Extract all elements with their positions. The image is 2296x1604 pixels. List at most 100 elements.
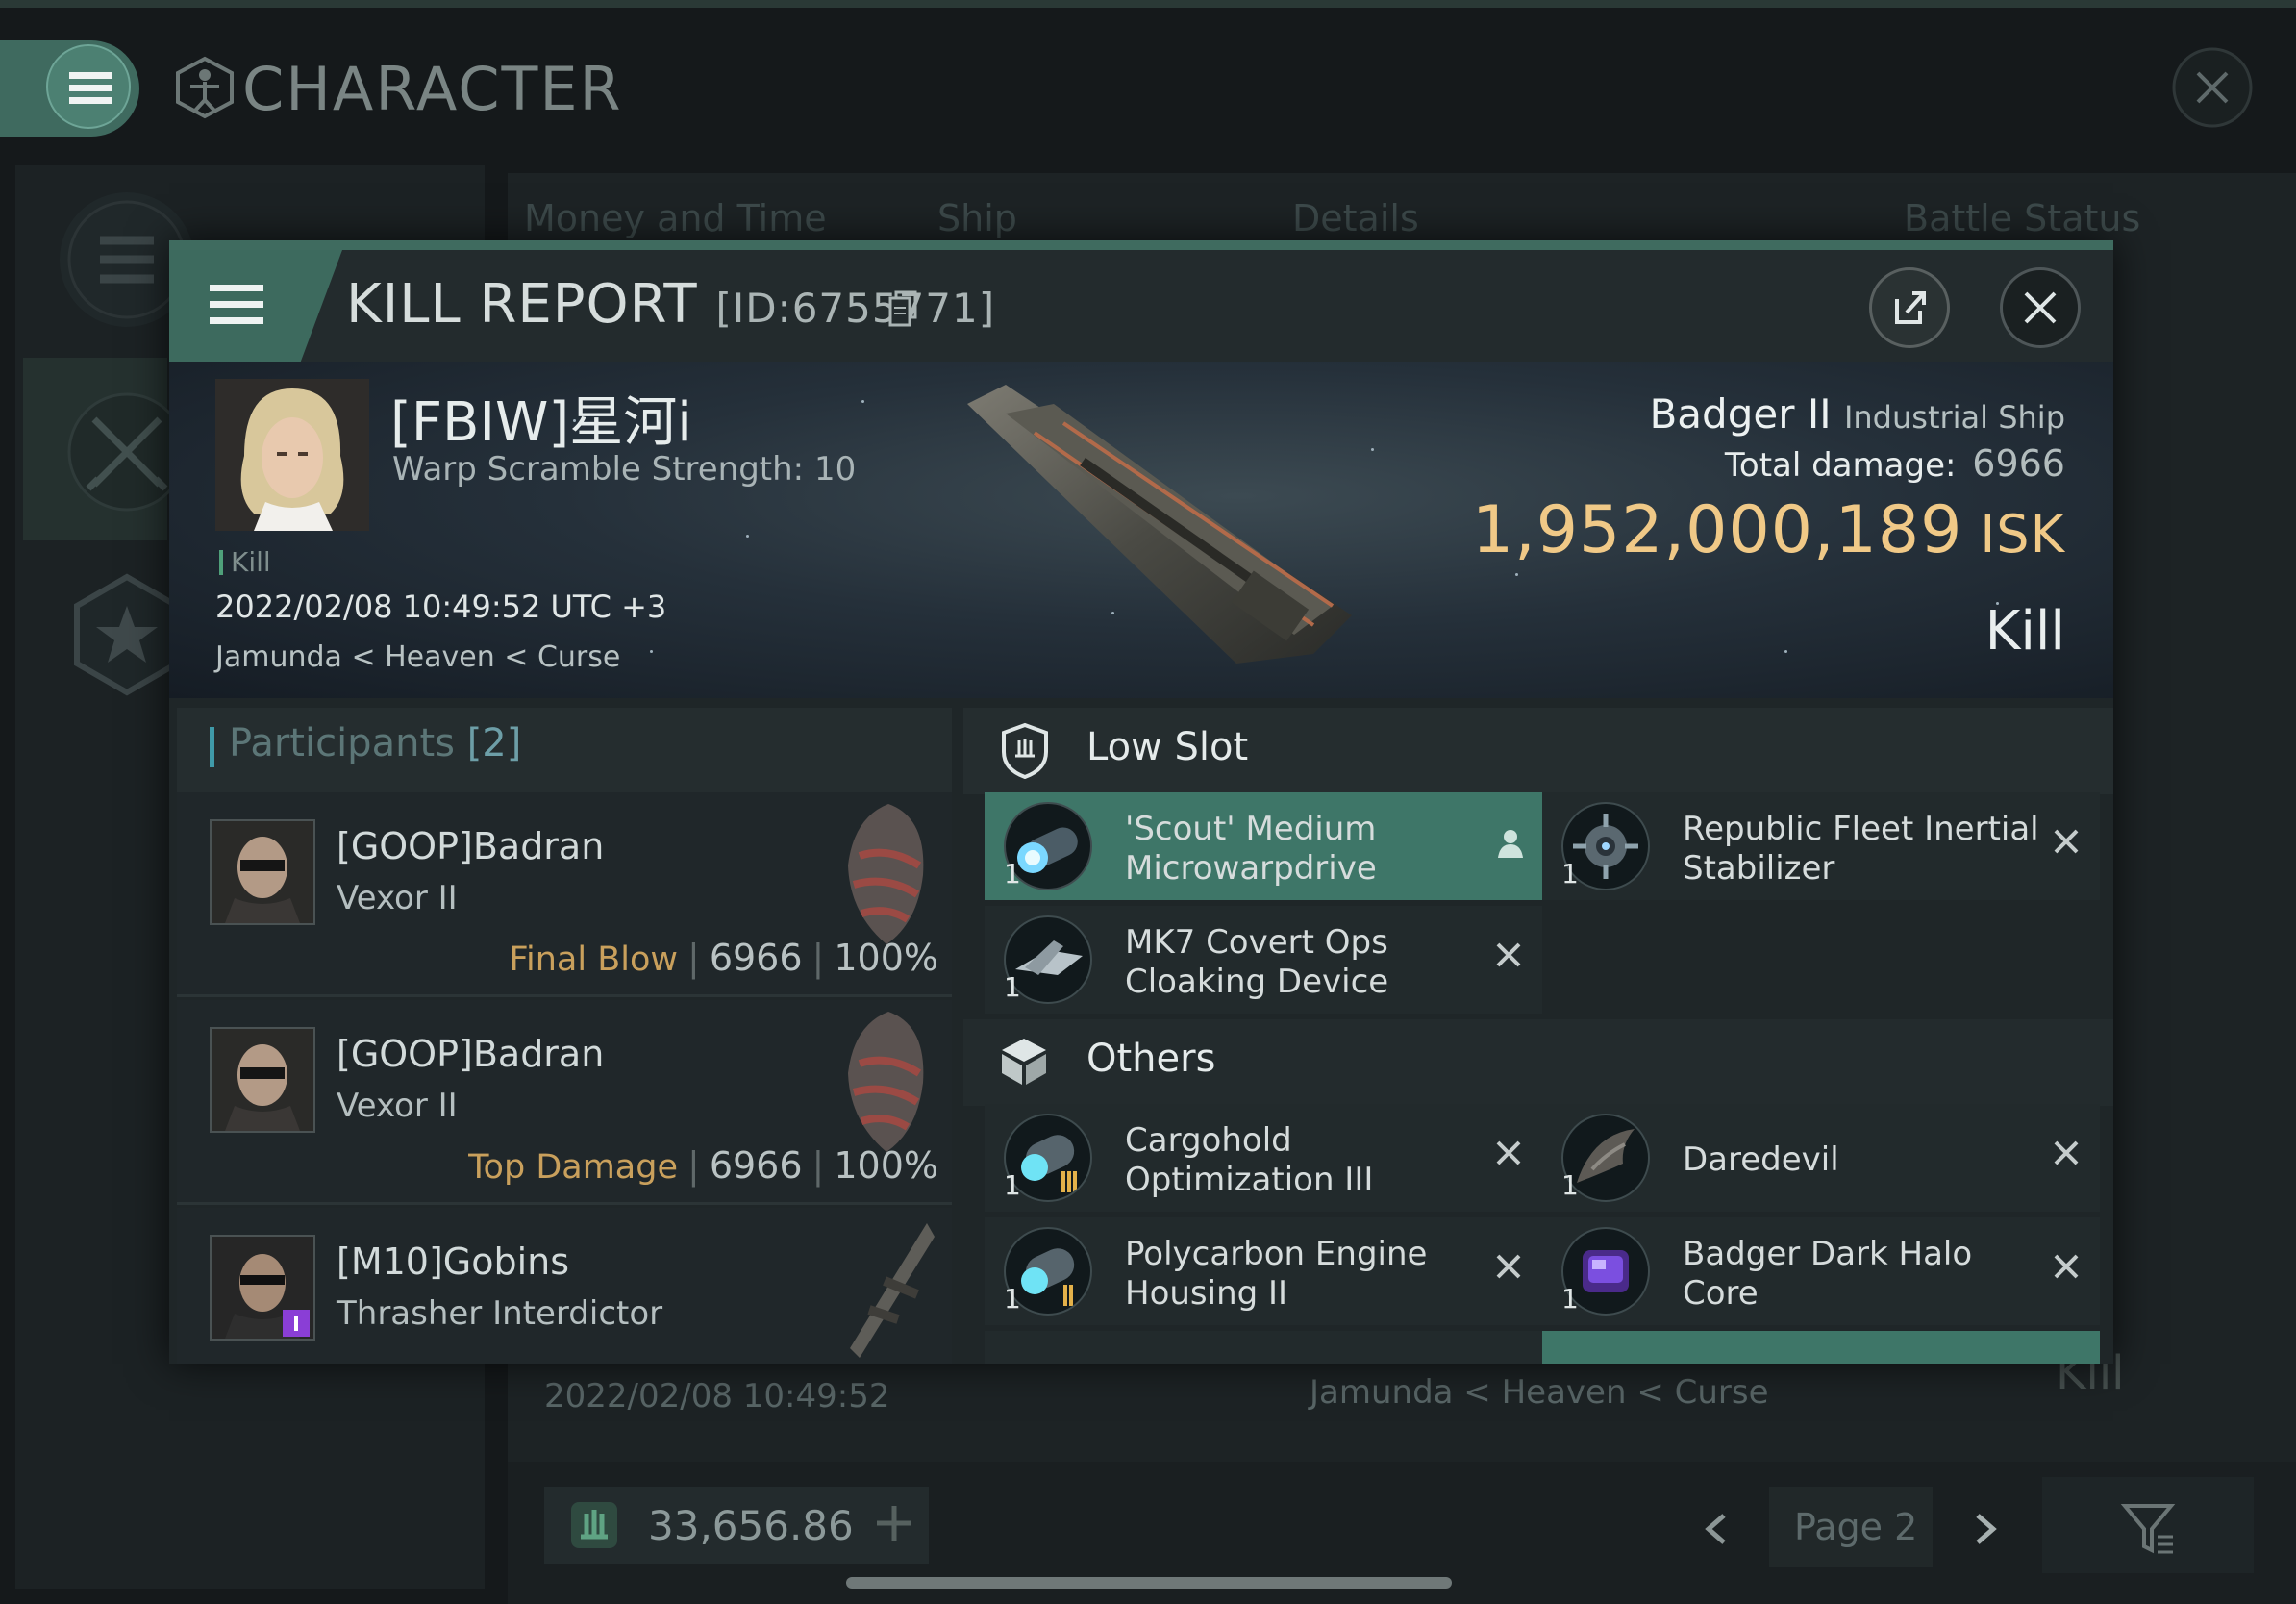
copy-icon[interactable] — [888, 290, 919, 327]
share-button[interactable] — [1869, 267, 1950, 348]
item-name: 'Scout' Medium Microwarpdrive — [1125, 810, 1377, 888]
participant-damage: 6966 — [709, 1144, 803, 1187]
horizontal-scrollbar[interactable] — [846, 1577, 1452, 1589]
isk-unit: ISK — [1980, 504, 2065, 564]
fitting-item[interactable]: 1 Republic Fleet Inertial Stabilizer — [1542, 792, 2100, 900]
warp-scramble-strength: Warp Scramble Strength: 10 — [392, 450, 857, 489]
participant-portrait — [210, 819, 315, 925]
remove-icon[interactable] — [1492, 1137, 1525, 1169]
kill-result: Kill — [1984, 600, 2065, 663]
remove-icon[interactable] — [1492, 939, 1525, 971]
background-row-time: 2022/02/08 10:49:52 — [544, 1377, 890, 1416]
participant-portrait-image — [212, 1029, 313, 1131]
others-title: Others — [1086, 1037, 1216, 1081]
item-name: MK7 Covert Ops Cloaking Device — [1125, 923, 1389, 1001]
chevron-right-icon[interactable] — [1966, 1510, 2005, 1548]
empty-slot — [1542, 906, 2100, 1014]
item-name: Daredevil — [1683, 1140, 1839, 1179]
item-quantity: 1 — [1004, 1169, 1021, 1201]
participant-name: [GOOP]Badran — [337, 1033, 605, 1075]
kill-summary-hero: [FBIW]星河i Warp Scramble Strength: 10 Kil… — [169, 362, 2113, 698]
participant-ship: Vexor II — [337, 1087, 458, 1125]
remove-icon[interactable] — [1492, 1250, 1525, 1283]
close-button[interactable] — [2000, 267, 2081, 348]
menu-icon — [69, 72, 112, 79]
total-damage-value: 6966 — [1972, 442, 2065, 485]
fitting-item[interactable]: 1 Daredevil — [1542, 1104, 2100, 1212]
item-quantity: 1 — [1561, 1169, 1579, 1201]
fitting-item[interactable]: 1 Polycarbon Engine Housing II — [985, 1217, 1542, 1325]
isk-icon — [571, 1502, 617, 1548]
add-isk-button[interactable] — [865, 1494, 923, 1552]
participant-ship: Thrasher Interdictor — [337, 1294, 663, 1333]
fitting-item[interactable]: 1 Badger Dark Halo Core — [1542, 1217, 2100, 1325]
top-damage-tag: Top Damage — [468, 1148, 679, 1187]
item-quantity: 1 — [1004, 858, 1021, 890]
filter-icon — [2120, 1504, 2176, 1554]
item-name: Polycarbon Engine Housing II — [1125, 1235, 1428, 1313]
item-name: Cargohold Optimization III — [1125, 1121, 1374, 1199]
kill-tag: Kill — [231, 546, 271, 578]
participant-ship-icon — [848, 1012, 924, 1152]
remove-icon[interactable] — [2050, 825, 2083, 858]
participant-name: [GOOP]Badran — [337, 825, 605, 867]
participant-stat: Final Blow | 6966 | 100% — [509, 937, 938, 979]
fitting-item[interactable]: 1 Cargohold Optimization III — [985, 1104, 1542, 1212]
person-icon — [1498, 830, 1523, 858]
victim-ship-render — [967, 385, 1352, 664]
main-menu-button[interactable] — [46, 44, 131, 129]
background-row-location: Jamunda < Heaven < Curse — [1310, 1373, 1769, 1412]
participant-ship: Vexor II — [337, 879, 458, 917]
victim-name[interactable]: [FBIW]星河i — [390, 379, 692, 457]
item-name: Badger Dark Halo Core — [1683, 1235, 1973, 1313]
participant-name: [M10]Gobins — [337, 1241, 570, 1283]
isk-value-amount: 1,952,000,189 — [1471, 492, 1963, 568]
remove-icon[interactable] — [2050, 1250, 2083, 1283]
participant-ship-icon — [848, 804, 924, 944]
ship-name-text: Badger II — [1649, 390, 1832, 438]
participants-marker — [210, 727, 214, 767]
fitting-item-partial[interactable] — [1542, 1331, 2100, 1364]
chevron-left-icon[interactable] — [1697, 1510, 1735, 1548]
fitting-item[interactable]: 1 'Scout' Medium Microwarpdrive — [985, 792, 1542, 900]
participant-row[interactable]: [GOOP]Badran Vexor II Final Blow | 6966 | 10… — [177, 792, 952, 997]
participant-damage: 6966 — [709, 937, 803, 979]
fitting-item[interactable]: 1 MK7 Covert Ops Cloaking Device — [985, 906, 1542, 1014]
menu-icon — [210, 285, 263, 291]
participant-percent: 100% — [834, 1144, 938, 1187]
low-slot-title: Low Slot — [1086, 725, 1249, 769]
total-damage-label: Total damage: — [1724, 446, 1957, 485]
participant-stat: Top Damage | 6966 | 100% — [468, 1144, 938, 1187]
victim-portrait-image — [215, 379, 369, 531]
victim-portrait[interactable] — [215, 379, 369, 531]
participant-portrait — [210, 1027, 315, 1133]
filter-button[interactable] — [2042, 1477, 2254, 1573]
tab-ship[interactable]: Ship — [937, 197, 1017, 239]
share-icon — [1895, 291, 1926, 324]
kill-location[interactable]: Jamunda < Heaven < Curse — [215, 640, 620, 674]
tab-money-and-time[interactable]: Money and Time — [524, 197, 827, 239]
participants-label: Participants — [229, 721, 455, 765]
tab-details[interactable]: Details — [1292, 197, 1419, 239]
report-id: [ID:6755771] — [715, 285, 996, 332]
participant-row[interactable]: [M10]Gobins Thrasher Interdictor — [177, 1208, 952, 1364]
kill-time: 2022/02/08 10:49:52 UTC +3 — [215, 589, 667, 625]
item-quantity: 1 — [1561, 858, 1579, 890]
ship-name[interactable]: Badger II Industrial Ship — [1649, 390, 2065, 438]
item-quantity: 1 — [1004, 971, 1021, 1003]
tab-battle-status[interactable]: Battle Status — [1904, 197, 2140, 239]
participant-row[interactable]: [GOOP]Badran Vexor II Top Damage | 6966 | 10… — [177, 1000, 952, 1205]
item-quantity: 1 — [1561, 1283, 1579, 1315]
kill-tag-marker — [219, 550, 223, 575]
fitting-item-partial[interactable] — [985, 1331, 1542, 1364]
page-label: Page 2 — [1794, 1506, 1918, 1548]
close-icon[interactable] — [2171, 46, 2254, 129]
participant-portrait-image — [212, 821, 313, 923]
remove-icon[interactable] — [2050, 1137, 2083, 1169]
isk-balance: 33,656.86 — [648, 1502, 854, 1549]
participant-portrait-image — [212, 1237, 313, 1339]
shield-slot-icon — [1002, 722, 1048, 779]
close-icon — [2024, 291, 2057, 324]
cube-icon — [1002, 1039, 1046, 1085]
participants-count: [2] — [466, 721, 522, 765]
